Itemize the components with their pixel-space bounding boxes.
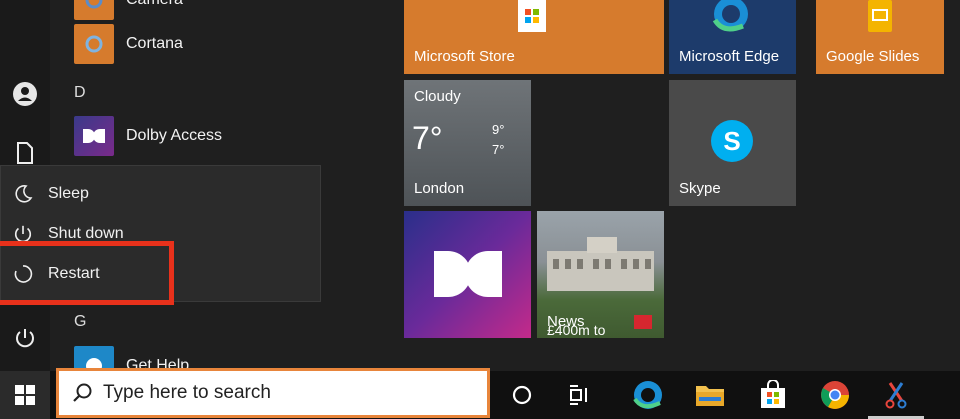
store-bag-icon xyxy=(761,380,785,408)
windows-icon xyxy=(15,385,35,405)
news-headline: £400m to xyxy=(547,322,606,338)
tile-google-slides[interactable]: Google Slides xyxy=(816,0,944,74)
section-letter-g[interactable]: G xyxy=(74,313,86,331)
app-cortana[interactable]: Cortana xyxy=(74,22,183,66)
taskbar-snipping-tool[interactable] xyxy=(868,371,924,419)
edge-icon xyxy=(712,0,748,32)
dolby-icon xyxy=(74,116,114,156)
svg-text:S: S xyxy=(723,126,740,156)
tile-label: Microsoft Edge xyxy=(679,48,780,65)
start-button[interactable] xyxy=(0,371,50,419)
tile-skype[interactable]: S Skype xyxy=(669,80,796,206)
user-icon xyxy=(13,82,37,106)
edge-icon xyxy=(633,381,662,409)
camera-icon xyxy=(74,0,114,20)
task-view-icon xyxy=(570,385,587,405)
document-icon xyxy=(17,142,33,164)
app-name: Camera xyxy=(126,0,183,9)
power-button[interactable] xyxy=(6,319,44,357)
folder-icon xyxy=(696,386,724,406)
tile-label: Skype xyxy=(679,180,721,197)
taskbar-chrome[interactable] xyxy=(807,371,863,419)
restart-highlight-box xyxy=(0,241,174,305)
slides-icon xyxy=(868,0,892,32)
app-name: Cortana xyxy=(126,35,183,52)
scissors-icon xyxy=(885,381,907,408)
search-icon xyxy=(73,383,92,402)
weather-temp: 7° xyxy=(412,120,443,156)
tile-news[interactable]: News £400m to xyxy=(537,211,664,338)
skype-icon: S xyxy=(711,120,753,162)
search-placeholder: Type here to search xyxy=(103,382,271,403)
weather-low: 7° xyxy=(492,142,505,157)
section-letter-d[interactable]: D xyxy=(74,84,86,102)
app-name: Dolby Access xyxy=(126,127,223,144)
building-image xyxy=(547,237,654,291)
cortana-icon xyxy=(74,24,114,64)
taskbar-store[interactable] xyxy=(745,371,801,419)
store-icon xyxy=(518,0,546,32)
tile-dolby-access[interactable] xyxy=(404,211,531,338)
sleep-label: Sleep xyxy=(48,185,89,202)
weather-high: 9° xyxy=(492,122,505,137)
news-badge-icon xyxy=(634,315,652,329)
moon-icon xyxy=(12,183,34,205)
dolby-logo-icon xyxy=(434,251,502,297)
taskbar-edge[interactable] xyxy=(620,371,676,419)
tile-weather[interactable]: Cloudy 7° 9° 7° London xyxy=(404,80,531,206)
cortana-button[interactable] xyxy=(494,371,550,419)
weather-condition: Cloudy xyxy=(414,88,461,105)
tile-label: Google Slides xyxy=(826,48,920,65)
chrome-icon xyxy=(821,381,849,409)
weather-city: London xyxy=(414,180,465,197)
tile-microsoft-store[interactable]: Microsoft Store xyxy=(404,0,664,74)
app-camera[interactable]: Camera xyxy=(74,0,183,22)
tile-label: Microsoft Store xyxy=(414,48,515,65)
taskbar-file-explorer[interactable] xyxy=(682,371,738,419)
account-button[interactable] xyxy=(6,75,44,113)
search-box[interactable]: Type here to search xyxy=(56,368,490,418)
power-icon xyxy=(16,329,34,348)
sleep-option[interactable]: Sleep xyxy=(1,174,320,214)
app-dolby-access[interactable]: Dolby Access xyxy=(74,114,222,158)
tile-microsoft-edge[interactable]: Microsoft Edge xyxy=(669,0,796,74)
task-view-button[interactable] xyxy=(552,371,608,419)
cortana-circle-icon xyxy=(512,385,532,405)
